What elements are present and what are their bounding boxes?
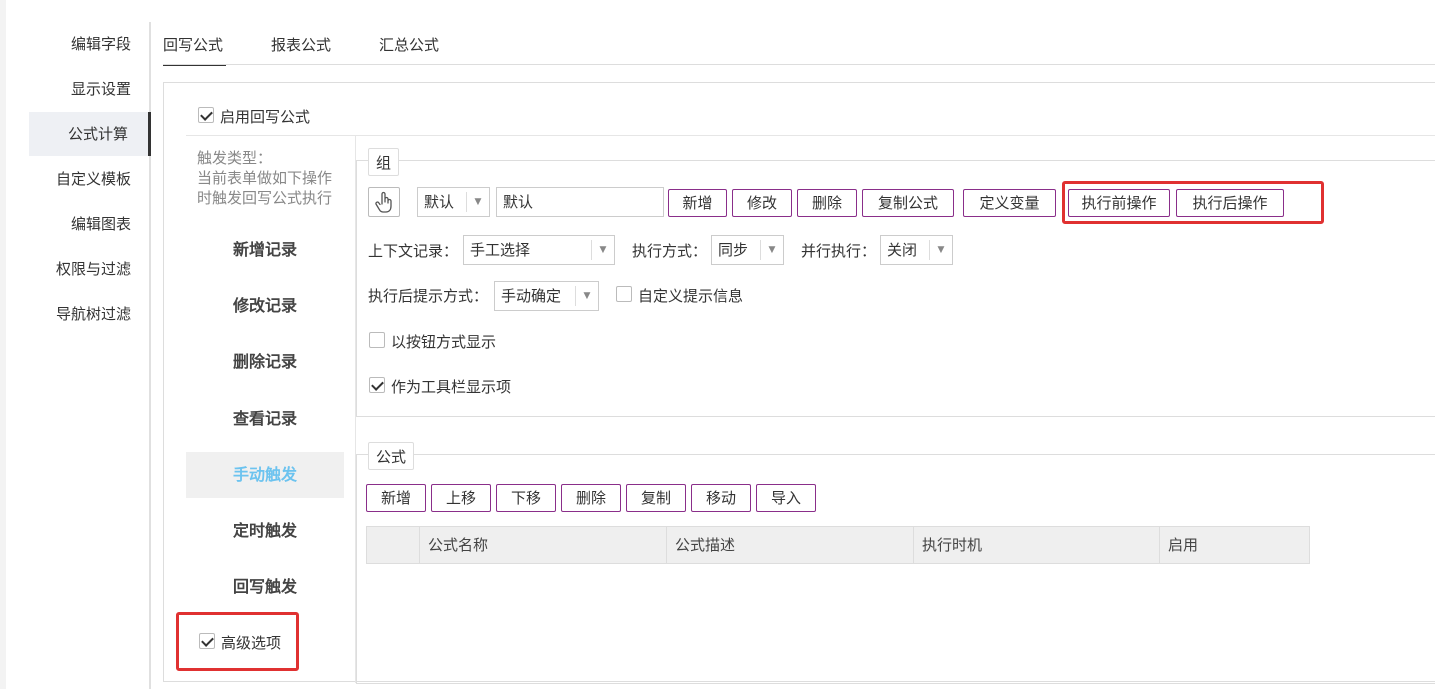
custom-prompt-label: 自定义提示信息	[638, 287, 744, 305]
panel-divider	[186, 135, 1435, 136]
formula-delete-button[interactable]: 删除	[561, 484, 621, 512]
exec-mode-select[interactable]: 同步 ▼	[711, 235, 784, 265]
trigger-delete-record[interactable]: 删除记录	[186, 339, 344, 385]
group-select[interactable]: 默认 ▼	[417, 187, 490, 217]
nav-edge	[0, 0, 6, 689]
formula-up-button[interactable]: 上移	[431, 484, 491, 512]
exec-mode-label: 执行方式：	[632, 242, 708, 260]
column-formula-name[interactable]: 公式名称	[419, 527, 666, 563]
tab-report-formula[interactable]: 报表公式	[271, 34, 331, 64]
trigger-writeback[interactable]: 回写触发	[186, 564, 344, 610]
group-legend: 组	[368, 148, 400, 176]
formula-table-header: 公式名称 公式描述 执行时机 启用	[366, 526, 1310, 564]
hand-pointer-button[interactable]	[368, 187, 400, 217]
trigger-scheduled[interactable]: 定时触发	[186, 508, 344, 554]
chevron-down-icon: ▼	[760, 240, 783, 260]
chevron-down-icon: ▼	[591, 240, 614, 260]
context-record-label: 上下文记录：	[368, 242, 459, 260]
tab-writeback-formula[interactable]: 回写公式	[163, 34, 226, 66]
trigger-description: 触发类型： 当前表单做如下操作 时触发回写公式执行	[197, 149, 333, 207]
formula-move-button[interactable]: 移动	[691, 484, 751, 512]
group-delete-button[interactable]: 删除	[797, 189, 857, 217]
enable-writeback-checkbox[interactable]	[198, 107, 214, 123]
column-exec-timing[interactable]: 执行时机	[913, 527, 1159, 563]
enable-writeback-label: 启用回写公式	[220, 108, 311, 126]
copy-formula-button[interactable]: 复制公式	[862, 189, 954, 217]
trigger-edit-record[interactable]: 修改记录	[186, 283, 344, 329]
custom-prompt-checkbox[interactable]	[616, 286, 632, 302]
define-variable-button[interactable]: 定义变量	[963, 189, 1056, 217]
show-as-button-checkbox[interactable]	[369, 332, 385, 348]
formula-copy-button[interactable]: 复制	[626, 484, 686, 512]
column-formula-desc[interactable]: 公式描述	[666, 527, 913, 563]
nav-item-navtree-filter[interactable]: 导航树过滤	[29, 292, 151, 336]
group-edit-button[interactable]: 修改	[732, 189, 792, 217]
hand-pointer-icon	[375, 191, 392, 213]
nav-item-display-settings[interactable]: 显示设置	[29, 67, 151, 111]
trigger-view-record[interactable]: 查看记录	[186, 396, 344, 442]
toolbar-item-label: 作为工具栏显示项	[391, 378, 512, 396]
nav-item-permission-filter[interactable]: 权限与过滤	[29, 247, 151, 291]
toolbar-item-checkbox[interactable]	[369, 377, 385, 393]
post-prompt-label: 执行后提示方式：	[368, 287, 489, 305]
advanced-options-checkbox[interactable]	[199, 633, 215, 649]
show-as-button-label: 以按钮方式显示	[391, 333, 497, 351]
context-record-select[interactable]: 手工选择 ▼	[463, 235, 615, 265]
pre-exec-button[interactable]: 执行前操作	[1068, 189, 1170, 217]
chevron-down-icon: ▼	[466, 192, 489, 212]
tab-summary-formula[interactable]: 汇总公式	[379, 34, 439, 64]
advanced-options-label: 高级选项	[221, 634, 282, 652]
column-enabled[interactable]: 启用	[1159, 527, 1309, 563]
nav-item-edit-fields[interactable]: 编辑字段	[29, 22, 151, 66]
chevron-down-icon: ▼	[929, 240, 952, 260]
trigger-manual[interactable]: 手动触发	[186, 452, 344, 498]
parallel-exec-label: 并行执行：	[801, 242, 877, 260]
parallel-exec-select[interactable]: 关闭 ▼	[880, 235, 953, 265]
chevron-down-icon: ▼	[575, 286, 598, 306]
group-add-button[interactable]: 新增	[668, 189, 727, 217]
formula-legend: 公式	[368, 442, 415, 470]
nav-item-formula-calc[interactable]: 公式计算	[29, 112, 151, 156]
group-name-input[interactable]: 默认	[496, 187, 664, 217]
nav-item-edit-chart[interactable]: 编辑图表	[29, 202, 151, 246]
trigger-add-record[interactable]: 新增记录	[186, 227, 344, 273]
post-prompt-select[interactable]: 手动确定 ▼	[494, 281, 599, 311]
post-exec-button[interactable]: 执行后操作	[1176, 189, 1284, 217]
formula-down-button[interactable]: 下移	[496, 484, 556, 512]
formula-add-button[interactable]: 新增	[366, 484, 426, 512]
formula-import-button[interactable]: 导入	[756, 484, 816, 512]
nav-item-custom-template[interactable]: 自定义模板	[29, 157, 151, 201]
tab-underline	[163, 64, 1435, 65]
